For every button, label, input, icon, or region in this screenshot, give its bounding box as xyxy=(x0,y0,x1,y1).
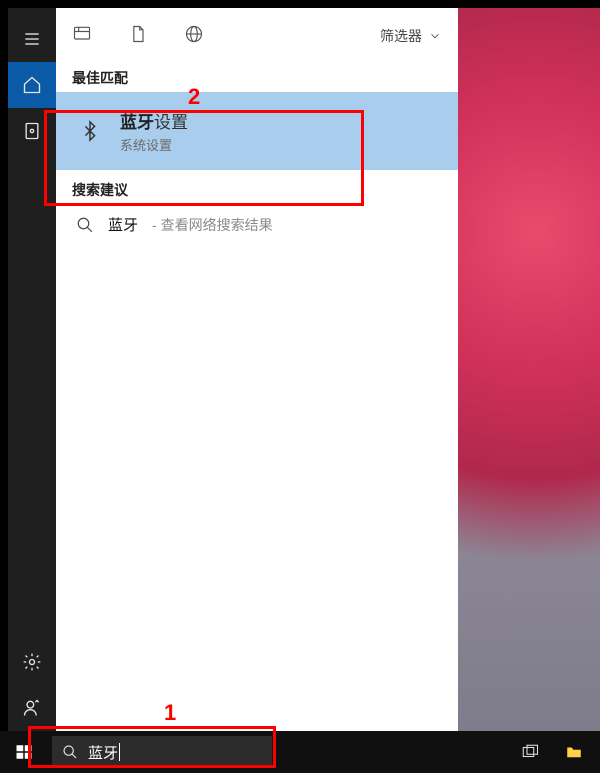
scope-icons xyxy=(72,24,204,49)
result-title-bold: 蓝牙 xyxy=(120,113,154,132)
search-panel-main: 筛选器 最佳匹配 蓝牙设置 系统设置 搜索建议 蓝牙 - 查看网络搜索结果 xyxy=(56,8,458,731)
top-border xyxy=(0,0,600,8)
start-button[interactable] xyxy=(0,731,48,773)
taskbar-search-box[interactable]: 蓝牙 xyxy=(52,736,272,768)
sidebar-home[interactable] xyxy=(8,62,56,108)
chevron-down-icon xyxy=(428,29,442,43)
scope-apps[interactable] xyxy=(72,24,92,49)
bluetooth-icon xyxy=(79,120,101,142)
home-icon xyxy=(22,75,42,95)
result-icon-slot xyxy=(76,120,104,142)
section-suggestions: 搜索建议 xyxy=(56,176,458,204)
globe-icon xyxy=(184,24,204,44)
cortana-search-panel: 筛选器 最佳匹配 蓝牙设置 系统设置 搜索建议 蓝牙 - 查看网络搜索结果 xyxy=(8,8,458,731)
search-panel-toolbar: 筛选器 xyxy=(56,8,458,64)
search-icon xyxy=(62,744,78,760)
result-bluetooth-settings[interactable]: 蓝牙设置 系统设置 xyxy=(56,92,458,170)
task-view-button[interactable] xyxy=(518,740,542,764)
system-tray xyxy=(518,740,600,764)
folder-icon xyxy=(565,743,583,761)
task-view-icon xyxy=(521,743,539,761)
sidebar-menu[interactable] xyxy=(8,16,56,62)
left-border xyxy=(0,0,8,773)
result-text: 蓝牙设置 系统设置 xyxy=(120,108,188,154)
taskbar: 蓝牙 xyxy=(0,731,600,773)
section-best-match: 最佳匹配 xyxy=(56,64,458,92)
text-caret xyxy=(119,743,120,761)
hamburger-icon xyxy=(22,29,42,49)
search-query: 蓝牙 xyxy=(88,742,120,763)
suggestion-term: 蓝牙 xyxy=(108,214,138,235)
suggestion-web-search[interactable]: 蓝牙 - 查看网络搜索结果 xyxy=(56,204,458,245)
result-title: 蓝牙设置 xyxy=(120,108,188,133)
scope-web[interactable] xyxy=(184,24,204,49)
filter-dropdown[interactable]: 筛选器 xyxy=(380,26,442,46)
sidebar-settings[interactable] xyxy=(8,639,56,685)
result-subtitle: 系统设置 xyxy=(120,135,188,154)
person-icon xyxy=(22,698,42,718)
scope-documents[interactable] xyxy=(128,24,148,49)
filter-label: 筛选器 xyxy=(380,26,422,46)
sidebar-notebook[interactable] xyxy=(8,108,56,154)
notebook-icon xyxy=(22,121,42,141)
search-sidebar xyxy=(8,8,56,731)
app-icon xyxy=(72,24,92,44)
search-icon xyxy=(76,216,94,234)
sidebar-feedback[interactable] xyxy=(8,685,56,731)
document-icon xyxy=(128,24,148,44)
file-explorer-button[interactable] xyxy=(562,740,586,764)
suggestion-hint: - 查看网络搜索结果 xyxy=(152,215,273,235)
gear-icon xyxy=(22,652,42,672)
search-query-text: 蓝牙 xyxy=(88,742,118,763)
windows-logo-icon xyxy=(15,743,33,761)
result-title-rest: 设置 xyxy=(154,113,188,132)
